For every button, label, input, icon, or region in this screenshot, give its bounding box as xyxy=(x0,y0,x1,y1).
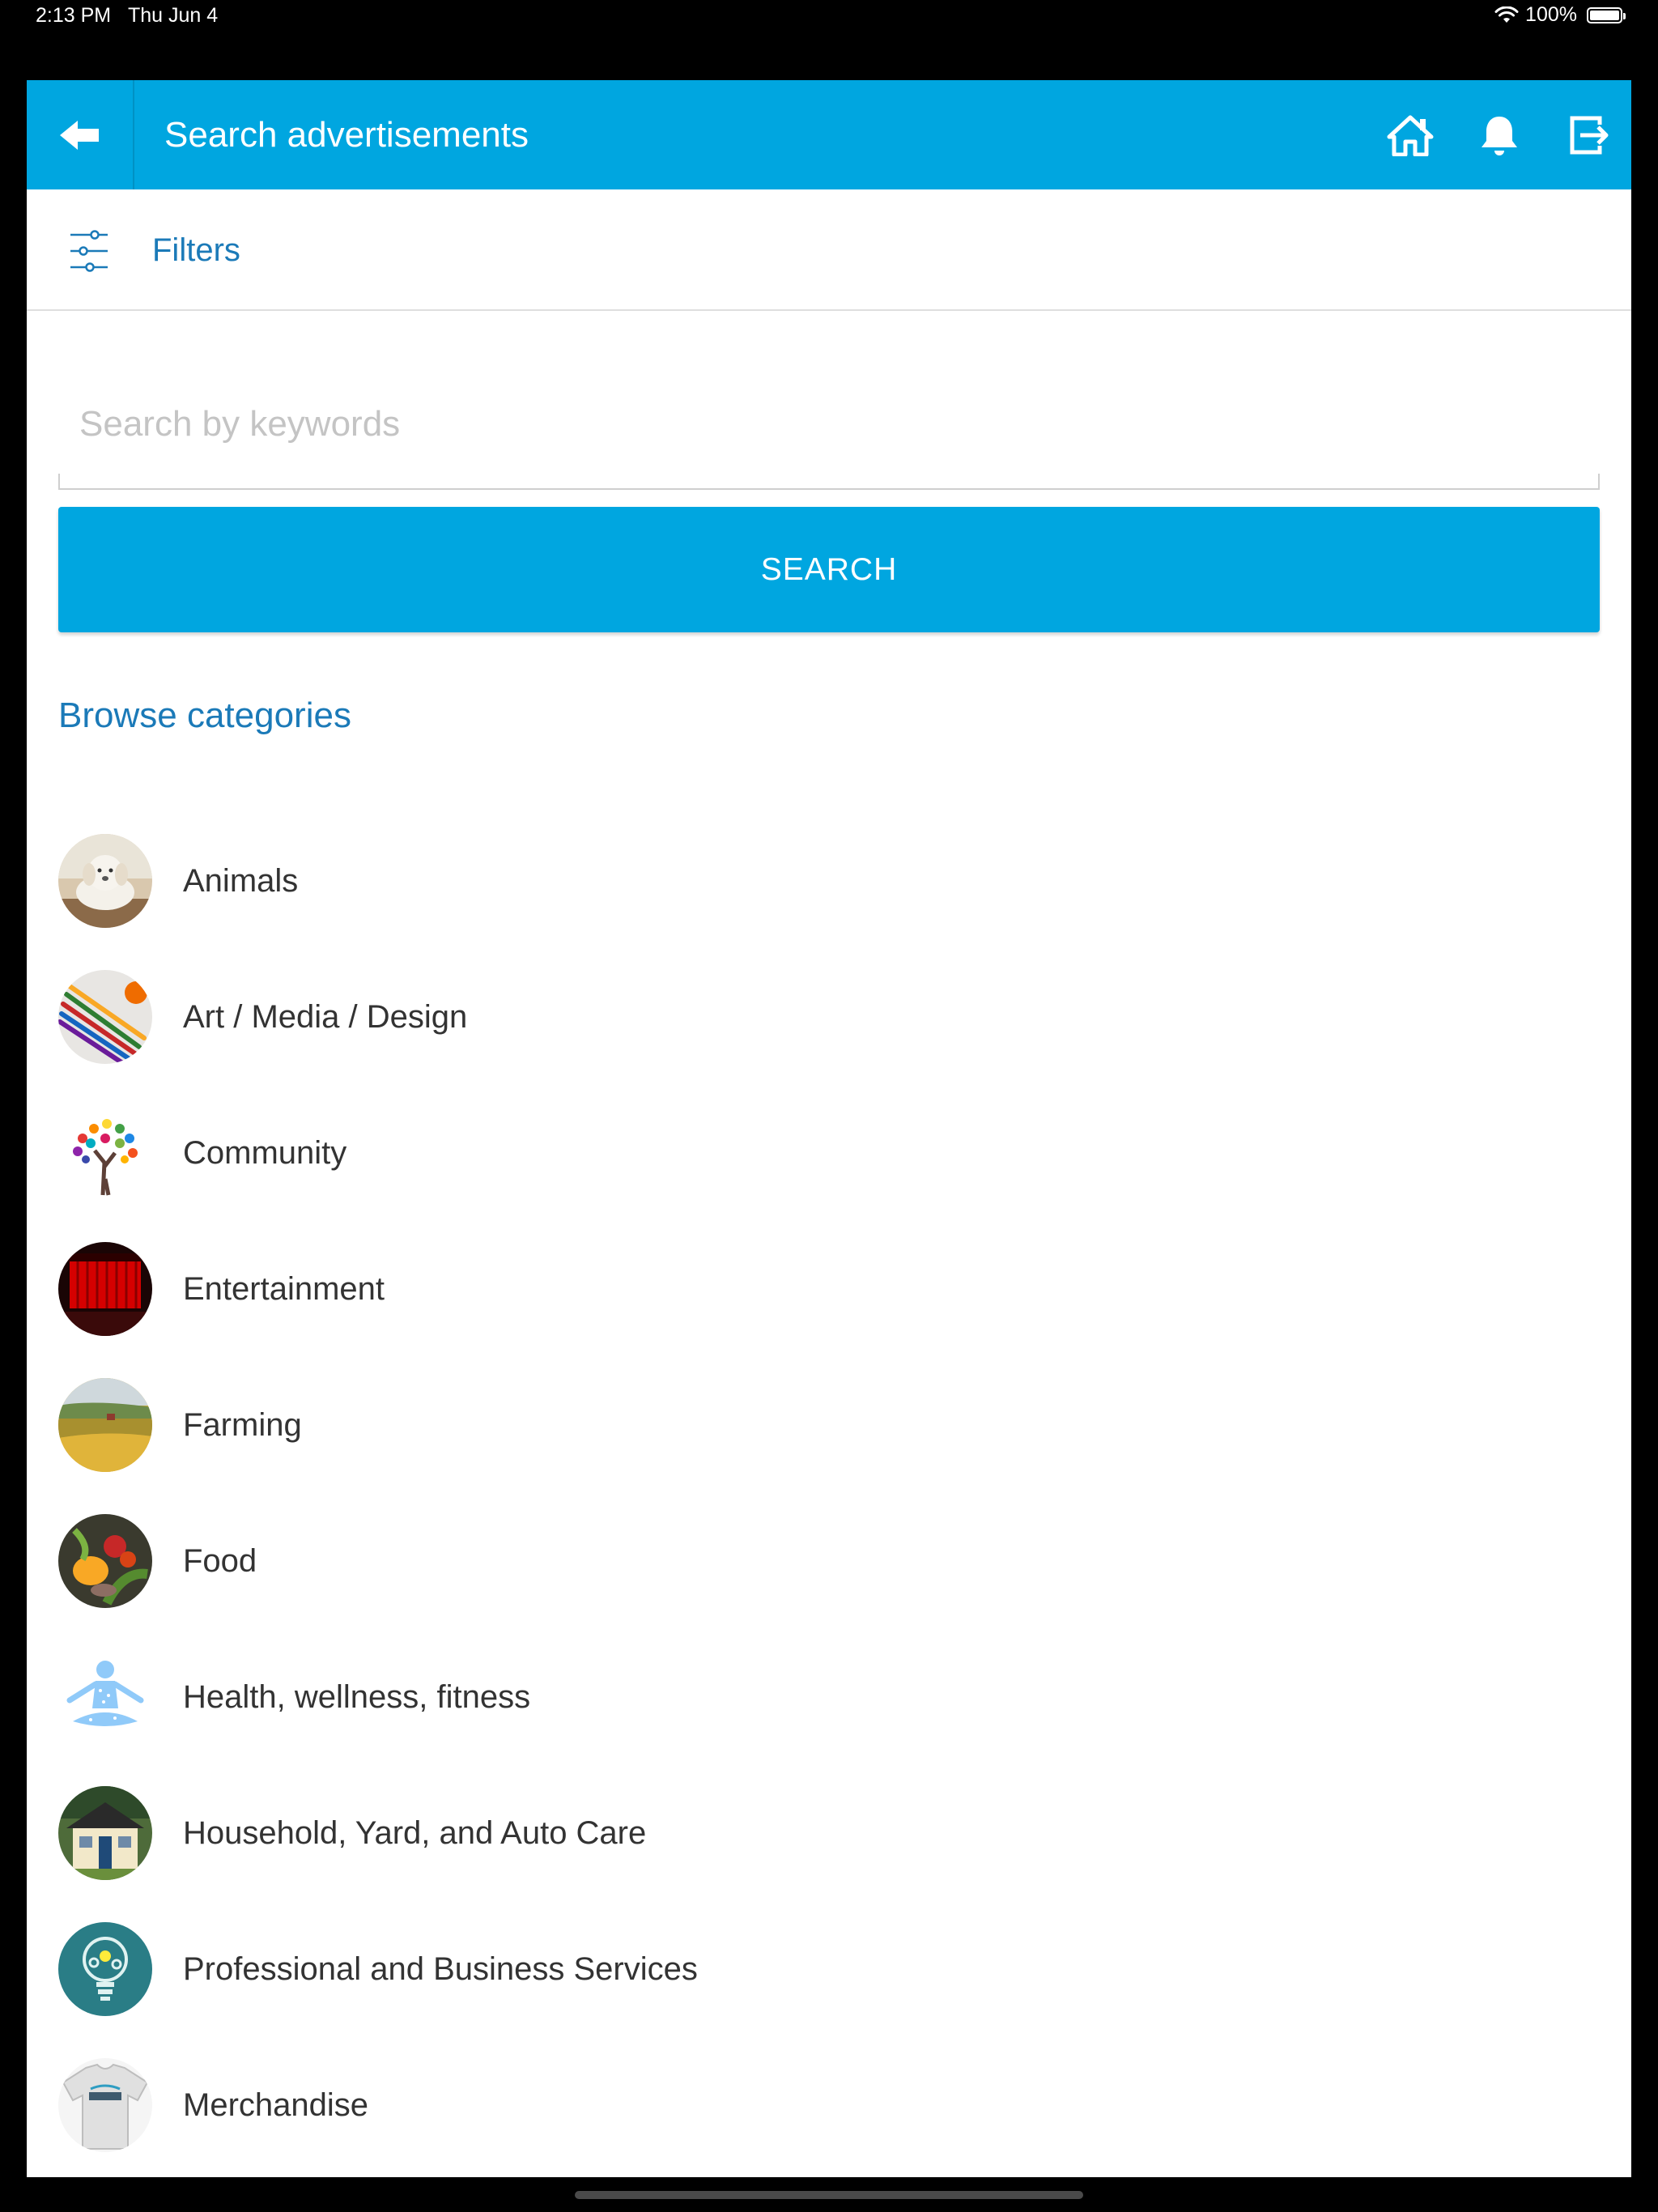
search-input-underline xyxy=(58,474,1600,490)
category-label: Merchandise xyxy=(183,2087,369,2123)
farm-field-photo xyxy=(58,1378,152,1472)
wifi-icon xyxy=(1494,6,1519,23)
battery-icon xyxy=(1587,6,1626,23)
status-right: 100% xyxy=(1494,3,1626,27)
notifications-button[interactable] xyxy=(1463,80,1536,189)
category-item-animals[interactable]: Animals xyxy=(27,813,1631,949)
back-button[interactable] xyxy=(27,80,132,189)
category-item-household-yard-auto[interactable]: Household, Yard, and Auto Care xyxy=(27,1765,1631,1901)
category-label: Art / Media / Design xyxy=(183,999,468,1035)
category-label: Community xyxy=(183,1135,347,1171)
house-photo xyxy=(58,1786,152,1880)
category-item-professional-business-services[interactable]: Professional and Business Services xyxy=(27,1901,1631,2037)
search-field-wrapper xyxy=(58,380,1600,516)
category-item-community[interactable]: Community xyxy=(27,1085,1631,1221)
search-button[interactable]: SEARCH xyxy=(58,507,1600,632)
category-label: Food xyxy=(183,1543,257,1579)
logout-button[interactable] xyxy=(1552,80,1625,189)
category-list: Animals Art / Media / Design Community E… xyxy=(27,813,1631,2173)
app-screen: Search advertisements Filters Search by … xyxy=(27,80,1631,2177)
colorful-tree-photo xyxy=(58,1106,152,1200)
category-label: Household, Yard, and Auto Care xyxy=(183,1815,647,1851)
page-title: Search advertisements xyxy=(164,115,529,155)
filters-label: Filters xyxy=(152,232,240,268)
status-bar: 2:13 PM Thu Jun 4 100% xyxy=(0,0,1658,36)
logout-icon xyxy=(1570,116,1609,154)
category-label: Farming xyxy=(183,1407,302,1443)
puppy-photo xyxy=(58,834,152,928)
category-item-entertainment[interactable]: Entertainment xyxy=(27,1221,1631,1357)
category-label: Entertainment xyxy=(183,1271,385,1307)
home-icon xyxy=(1387,115,1434,156)
search-input[interactable] xyxy=(58,380,1600,469)
top-bar-divider xyxy=(133,80,134,189)
category-item-food[interactable]: Food xyxy=(27,1493,1631,1629)
colored-pencils-photo xyxy=(58,970,152,1064)
home-button[interactable] xyxy=(1374,80,1447,189)
t-shirt-photo xyxy=(58,2058,152,2152)
meditation-figure-photo xyxy=(58,1650,152,1744)
filters-toggle[interactable]: Filters xyxy=(27,189,1631,311)
top-bar: Search advertisements xyxy=(27,80,1631,189)
bell-icon xyxy=(1482,116,1517,155)
category-label: Health, wellness, fitness xyxy=(183,1679,531,1715)
home-indicator[interactable] xyxy=(575,2191,1083,2199)
back-arrow-icon xyxy=(60,120,99,150)
category-label: Professional and Business Services xyxy=(183,1951,698,1987)
category-item-art-media-design[interactable]: Art / Media / Design xyxy=(27,949,1631,1085)
lightbulb-gears-photo xyxy=(58,1922,152,2016)
sliders-icon xyxy=(70,230,108,272)
category-item-merchandise[interactable]: Merchandise xyxy=(27,2037,1631,2173)
category-label: Animals xyxy=(183,863,299,899)
category-item-health-wellness-fitness[interactable]: Health, wellness, fitness xyxy=(27,1629,1631,1765)
vegetables-photo xyxy=(58,1514,152,1608)
battery-percent: 100% xyxy=(1525,3,1577,26)
category-item-farming[interactable]: Farming xyxy=(27,1357,1631,1493)
status-date: Thu Jun 4 xyxy=(128,4,219,27)
red-curtain-theater-photo xyxy=(58,1242,152,1336)
status-time: 2:13 PM xyxy=(36,4,112,27)
browse-categories-heading: Browse categories xyxy=(58,696,351,735)
